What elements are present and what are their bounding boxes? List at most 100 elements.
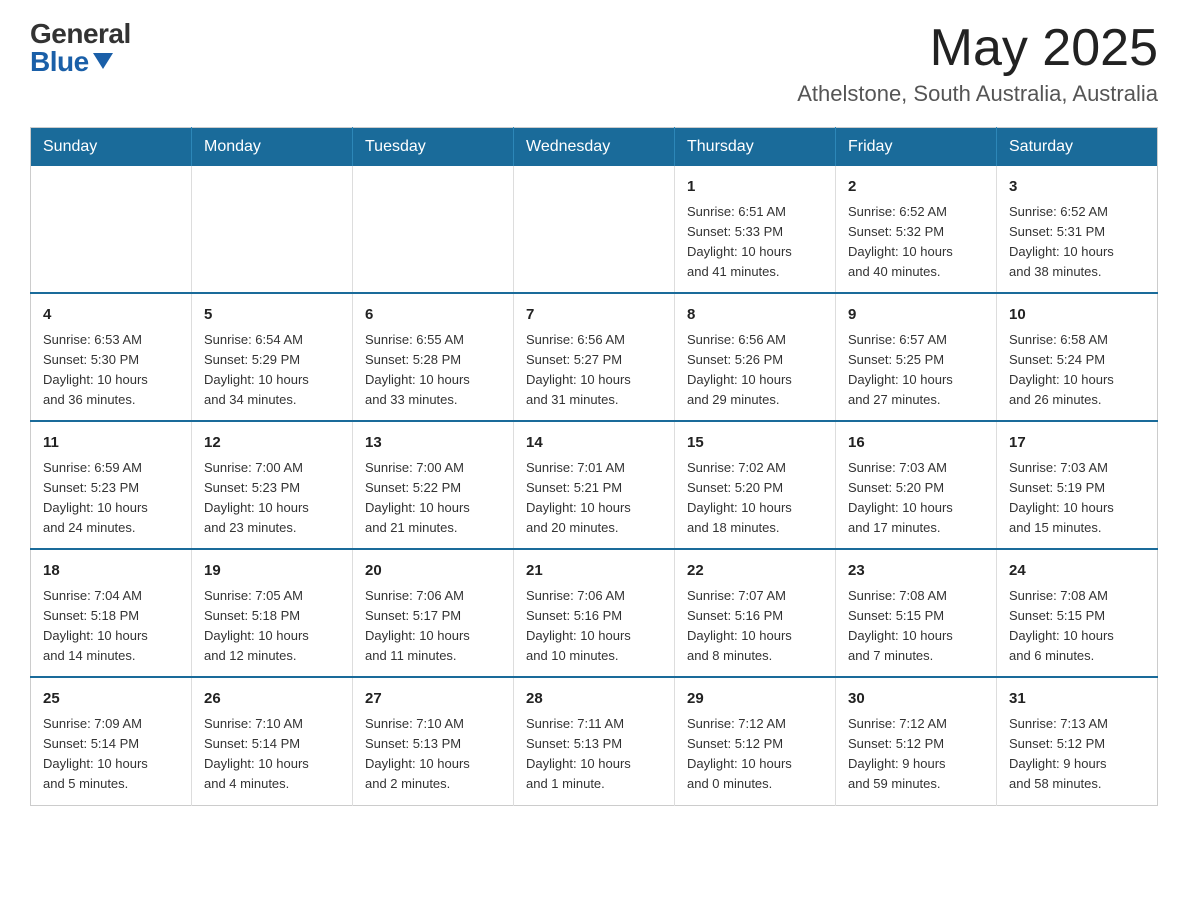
day-number: 2 [848, 176, 984, 199]
day-info: Sunrise: 6:55 AM Sunset: 5:28 PM Dayligh… [365, 330, 501, 411]
day-number: 25 [43, 688, 179, 711]
calendar-week-2: 4Sunrise: 6:53 AM Sunset: 5:30 PM Daylig… [31, 293, 1158, 421]
calendar-cell: 7 Sunrise: 6:56 AM Sunset: 5:27 PM Daylig… [514, 293, 675, 421]
calendar-cell: 22 Sunrise: 7:07 AM Sunset: 5:16 PM Dayli… [675, 549, 836, 677]
calendar-cell: 4Sunrise: 6:53 AM Sunset: 5:30 PM Daylig… [31, 293, 192, 421]
calendar-body: 1 Sunrise: 6:51 AM Sunset: 5:33 PM Daylig… [31, 166, 1158, 805]
day-number: 28 [526, 688, 662, 711]
day-info: Sunrise: 7:08 AM Sunset: 5:15 PM Dayligh… [848, 586, 984, 667]
page-header: General Blue May 2025 Athelstone, South … [30, 20, 1158, 107]
calendar-cell: 1 Sunrise: 6:51 AM Sunset: 5:33 PM Daylig… [675, 166, 836, 293]
day-info: Sunrise: 7:03 AM Sunset: 5:19 PM Dayligh… [1009, 458, 1145, 539]
calendar-cell: 6 Sunrise: 6:55 AM Sunset: 5:28 PM Daylig… [353, 293, 514, 421]
logo-triangle-icon [93, 53, 113, 69]
day-info: Sunrise: 6:59 AM Sunset: 5:23 PM Dayligh… [43, 458, 179, 539]
day-of-week-wednesday: Wednesday [514, 128, 675, 167]
calendar-cell: 8 Sunrise: 6:56 AM Sunset: 5:26 PM Daylig… [675, 293, 836, 421]
day-info: Sunrise: 6:56 AM Sunset: 5:27 PM Dayligh… [526, 330, 662, 411]
calendar-cell: 19 Sunrise: 7:05 AM Sunset: 5:18 PM Dayli… [192, 549, 353, 677]
day-info: Sunrise: 6:54 AM Sunset: 5:29 PM Dayligh… [204, 330, 340, 411]
calendar-cell [192, 166, 353, 293]
day-number: 23 [848, 560, 984, 583]
calendar-week-4: 18Sunrise: 7:04 AM Sunset: 5:18 PM Dayli… [31, 549, 1158, 677]
day-number: 20 [365, 560, 501, 583]
day-info: Sunrise: 7:00 AM Sunset: 5:23 PM Dayligh… [204, 458, 340, 539]
day-info: Sunrise: 7:12 AM Sunset: 5:12 PM Dayligh… [687, 714, 823, 795]
day-number: 16 [848, 432, 984, 455]
calendar-cell [353, 166, 514, 293]
day-number: 19 [204, 560, 340, 583]
day-info: Sunrise: 6:56 AM Sunset: 5:26 PM Dayligh… [687, 330, 823, 411]
day-of-week-sunday: Sunday [31, 128, 192, 167]
calendar-cell [514, 166, 675, 293]
day-of-week-thursday: Thursday [675, 128, 836, 167]
calendar-cell: 11 Sunrise: 6:59 AM Sunset: 5:23 PM Dayli… [31, 421, 192, 549]
day-info: Sunrise: 7:04 AM Sunset: 5:18 PM Dayligh… [43, 586, 179, 667]
calendar-cell: 13Sunrise: 7:00 AM Sunset: 5:22 PM Dayli… [353, 421, 514, 549]
calendar-week-1: 1 Sunrise: 6:51 AM Sunset: 5:33 PM Daylig… [31, 166, 1158, 293]
day-number: 12 [204, 432, 340, 455]
day-number: 9 [848, 304, 984, 327]
calendar-cell: 30 Sunrise: 7:12 AM Sunset: 5:12 PM Dayli… [836, 677, 997, 805]
day-number: 10 [1009, 304, 1145, 327]
day-info: Sunrise: 6:57 AM Sunset: 5:25 PM Dayligh… [848, 330, 984, 411]
calendar-cell: 23 Sunrise: 7:08 AM Sunset: 5:15 PM Dayli… [836, 549, 997, 677]
calendar-cell: 5 Sunrise: 6:54 AM Sunset: 5:29 PM Daylig… [192, 293, 353, 421]
day-info: Sunrise: 7:05 AM Sunset: 5:18 PM Dayligh… [204, 586, 340, 667]
day-number: 14 [526, 432, 662, 455]
calendar-week-5: 25 Sunrise: 7:09 AM Sunset: 5:14 PM Dayli… [31, 677, 1158, 805]
day-number: 3 [1009, 176, 1145, 199]
month-title: May 2025 [797, 20, 1158, 77]
day-info: Sunrise: 6:58 AM Sunset: 5:24 PM Dayligh… [1009, 330, 1145, 411]
calendar-cell: 21 Sunrise: 7:06 AM Sunset: 5:16 PM Dayli… [514, 549, 675, 677]
day-number: 5 [204, 304, 340, 327]
day-info: Sunrise: 7:07 AM Sunset: 5:16 PM Dayligh… [687, 586, 823, 667]
day-number: 31 [1009, 688, 1145, 711]
calendar-cell: 26 Sunrise: 7:10 AM Sunset: 5:14 PM Dayli… [192, 677, 353, 805]
logo-general-text: General [30, 20, 131, 48]
day-number: 11 [43, 432, 179, 455]
calendar-cell: 27 Sunrise: 7:10 AM Sunset: 5:13 PM Dayli… [353, 677, 514, 805]
calendar-header: SundayMondayTuesdayWednesdayThursdayFrid… [31, 128, 1158, 167]
day-number: 4 [43, 304, 179, 327]
calendar-cell: 2 Sunrise: 6:52 AM Sunset: 5:32 PM Daylig… [836, 166, 997, 293]
day-number: 1 [687, 176, 823, 199]
day-info: Sunrise: 7:10 AM Sunset: 5:13 PM Dayligh… [365, 714, 501, 795]
day-number: 21 [526, 560, 662, 583]
calendar-cell: 16 Sunrise: 7:03 AM Sunset: 5:20 PM Dayli… [836, 421, 997, 549]
day-info: Sunrise: 6:52 AM Sunset: 5:32 PM Dayligh… [848, 202, 984, 283]
day-info: Sunrise: 6:52 AM Sunset: 5:31 PM Dayligh… [1009, 202, 1145, 283]
title-area: May 2025 Athelstone, South Australia, Au… [797, 20, 1158, 107]
day-number: 7 [526, 304, 662, 327]
day-info: Sunrise: 7:03 AM Sunset: 5:20 PM Dayligh… [848, 458, 984, 539]
calendar-cell: 12 Sunrise: 7:00 AM Sunset: 5:23 PM Dayli… [192, 421, 353, 549]
calendar-cell: 3 Sunrise: 6:52 AM Sunset: 5:31 PM Daylig… [997, 166, 1158, 293]
calendar-cell: 28 Sunrise: 7:11 AM Sunset: 5:13 PM Dayli… [514, 677, 675, 805]
day-info: Sunrise: 7:02 AM Sunset: 5:20 PM Dayligh… [687, 458, 823, 539]
days-of-week-row: SundayMondayTuesdayWednesdayThursdayFrid… [31, 128, 1158, 167]
day-number: 26 [204, 688, 340, 711]
day-info: Sunrise: 7:09 AM Sunset: 5:14 PM Dayligh… [43, 714, 179, 795]
logo: General Blue [30, 20, 131, 76]
day-info: Sunrise: 7:06 AM Sunset: 5:17 PM Dayligh… [365, 586, 501, 667]
day-of-week-tuesday: Tuesday [353, 128, 514, 167]
calendar-cell: 20 Sunrise: 7:06 AM Sunset: 5:17 PM Dayli… [353, 549, 514, 677]
day-number: 8 [687, 304, 823, 327]
day-info: Sunrise: 7:11 AM Sunset: 5:13 PM Dayligh… [526, 714, 662, 795]
calendar-cell: 18Sunrise: 7:04 AM Sunset: 5:18 PM Dayli… [31, 549, 192, 677]
calendar-table: SundayMondayTuesdayWednesdayThursdayFrid… [30, 127, 1158, 805]
day-info: Sunrise: 7:10 AM Sunset: 5:14 PM Dayligh… [204, 714, 340, 795]
day-number: 30 [848, 688, 984, 711]
day-info: Sunrise: 7:01 AM Sunset: 5:21 PM Dayligh… [526, 458, 662, 539]
day-number: 17 [1009, 432, 1145, 455]
day-info: Sunrise: 6:51 AM Sunset: 5:33 PM Dayligh… [687, 202, 823, 283]
day-number: 6 [365, 304, 501, 327]
day-number: 13 [365, 432, 501, 455]
day-info: Sunrise: 7:13 AM Sunset: 5:12 PM Dayligh… [1009, 714, 1145, 795]
day-info: Sunrise: 7:06 AM Sunset: 5:16 PM Dayligh… [526, 586, 662, 667]
day-number: 27 [365, 688, 501, 711]
calendar-cell: 9 Sunrise: 6:57 AM Sunset: 5:25 PM Daylig… [836, 293, 997, 421]
day-number: 22 [687, 560, 823, 583]
logo-blue-text: Blue [30, 48, 131, 76]
day-info: Sunrise: 7:12 AM Sunset: 5:12 PM Dayligh… [848, 714, 984, 795]
